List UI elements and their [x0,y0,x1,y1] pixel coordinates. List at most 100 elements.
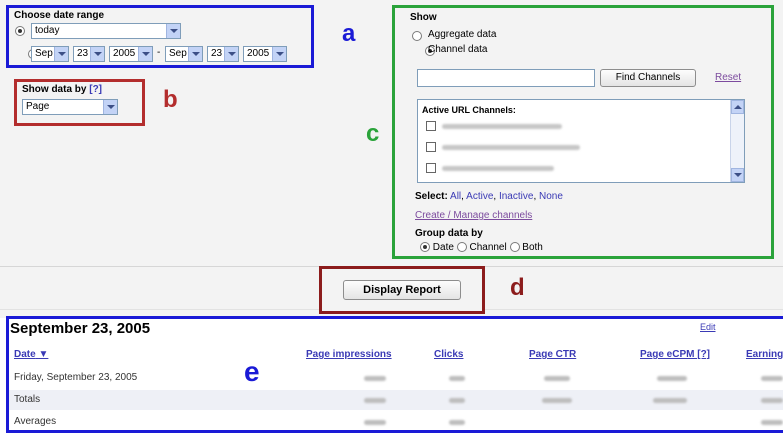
annotation-letter-c: c [366,120,380,147]
annotation-letter-e: e [244,356,260,387]
chevron-down-icon [188,47,202,61]
earnings-column-header[interactable]: Earnings [746,349,783,360]
blurred-value [657,376,687,381]
date-range-section: Choose date range today Sep 23 2005 - Se… [6,5,314,68]
clicks-column-header[interactable]: Clicks [434,349,463,360]
row-totals-label: Totals [14,394,41,405]
to-month-select[interactable]: Sep [165,46,203,62]
chevron-down-icon [224,47,238,61]
annotation-letter-a: a [342,20,356,47]
reset-link[interactable]: Reset [715,72,741,83]
show-heading: Show [410,12,437,23]
show-data-by-help-link[interactable]: [?] [89,84,102,95]
select-links-row: Select: All, Active, Inactive, None [415,191,563,202]
from-year-value: 2005 [113,48,136,59]
chevron-down-icon [103,100,117,114]
aggregate-data-label: Aggregate data [428,29,497,40]
show-data-by-select[interactable]: Page [22,99,118,115]
list-item[interactable] [426,121,726,133]
display-report-section: Display Report [319,266,485,314]
blurred-value [364,398,386,403]
list-item[interactable] [426,163,726,175]
to-year-value: 2005 [247,48,270,59]
group-data-by-options: Date Channel Both [420,242,543,256]
channel-checkbox[interactable] [426,142,436,152]
select-none-link[interactable]: None [539,191,563,202]
preset-range-select[interactable]: today [31,23,181,39]
group-by-channel-label: Channel [469,242,507,253]
blurred-value [653,398,687,403]
report-title: September 23, 2005 [10,320,151,337]
report-edit-link[interactable]: Edit [700,322,716,332]
show-data-by-value: Page [26,101,50,112]
channel-search-input[interactable] [417,69,595,87]
blurred-value [449,398,465,403]
chevron-down-icon [272,47,286,61]
blurred-value [761,420,783,425]
scroll-down-icon[interactable] [731,168,744,182]
date-column-label: Date [14,349,36,360]
blurred-channel-name [442,166,554,171]
annotation-letter-b: b [163,86,178,113]
manage-channels-link[interactable]: Create / Manage channels [415,210,532,221]
date-range-heading: Choose date range [14,10,105,21]
channels-list-header: Active URL Channels: [422,105,516,115]
select-inactive-link[interactable]: Inactive [499,191,533,202]
channel-data-label: Channel data [428,44,488,55]
find-channels-button[interactable]: Find Channels [600,69,696,87]
range-separator: - [157,47,161,58]
select-active-link[interactable]: Active [466,191,493,202]
to-day-select[interactable]: 23 [207,46,239,62]
date-column-header[interactable]: Date ▼ [14,349,48,360]
show-data-by-heading-row: Show data by [?] [22,84,102,95]
table-row: Friday, September 23, 2005 [9,368,783,388]
group-by-date-label: Date [432,242,454,253]
to-year-select[interactable]: 2005 [243,46,287,62]
scroll-up-icon[interactable] [731,100,744,114]
blurred-channel-name [442,124,562,129]
table-row: Averages [9,412,783,432]
sort-down-icon: ▼ [38,349,49,360]
group-by-both-radio[interactable] [509,242,520,253]
channel-checkbox[interactable] [426,121,436,131]
to-month-value: Sep [169,48,187,59]
from-day-value: 23 [77,48,89,59]
channel-checkbox[interactable] [426,163,436,173]
row-averages-label: Averages [14,416,57,427]
channels-scrollbar[interactable] [730,100,744,182]
blurred-value [364,376,386,381]
list-item[interactable] [426,142,726,154]
annotation-letter-d: d [510,274,525,301]
chevron-down-icon [138,47,152,61]
group-data-by-heading: Group data by [415,228,483,239]
preset-range-value: today [35,25,60,36]
chevron-down-icon [90,47,104,61]
chevron-down-icon [54,47,68,61]
blurred-value [544,376,570,381]
display-report-button[interactable]: Display Report [343,280,461,300]
blurred-value [542,398,572,403]
aggregate-data-radio[interactable] [412,31,422,42]
group-by-both-label: Both [522,242,543,253]
group-by-channel-radio[interactable] [456,242,467,253]
select-all-link[interactable]: All [450,191,461,202]
from-month-value: Sep [35,48,53,59]
group-by-date-radio[interactable] [420,242,430,253]
blurred-value [449,420,465,425]
from-year-select[interactable]: 2005 [109,46,153,62]
page-ctr-column-header[interactable]: Page CTR [529,349,576,360]
report-header-row: Date ▼ Page impressions Clicks Page CTR … [9,345,783,365]
from-day-select[interactable]: 23 [73,46,105,62]
show-data-by-heading: Show data by [22,84,87,95]
from-month-select[interactable]: Sep [31,46,69,62]
preset-range-radio[interactable] [15,26,25,37]
page-ecpm-column-header[interactable]: Page eCPM [?] [640,349,710,360]
blurred-value [761,398,783,403]
blurred-value [449,376,465,381]
blurred-value [364,420,386,425]
chevron-down-icon [166,24,180,38]
page-impressions-column-header[interactable]: Page impressions [306,349,392,360]
to-day-value: 23 [211,48,223,59]
active-url-channels-list[interactable]: Active URL Channels: [417,99,745,183]
blurred-value [761,376,783,381]
